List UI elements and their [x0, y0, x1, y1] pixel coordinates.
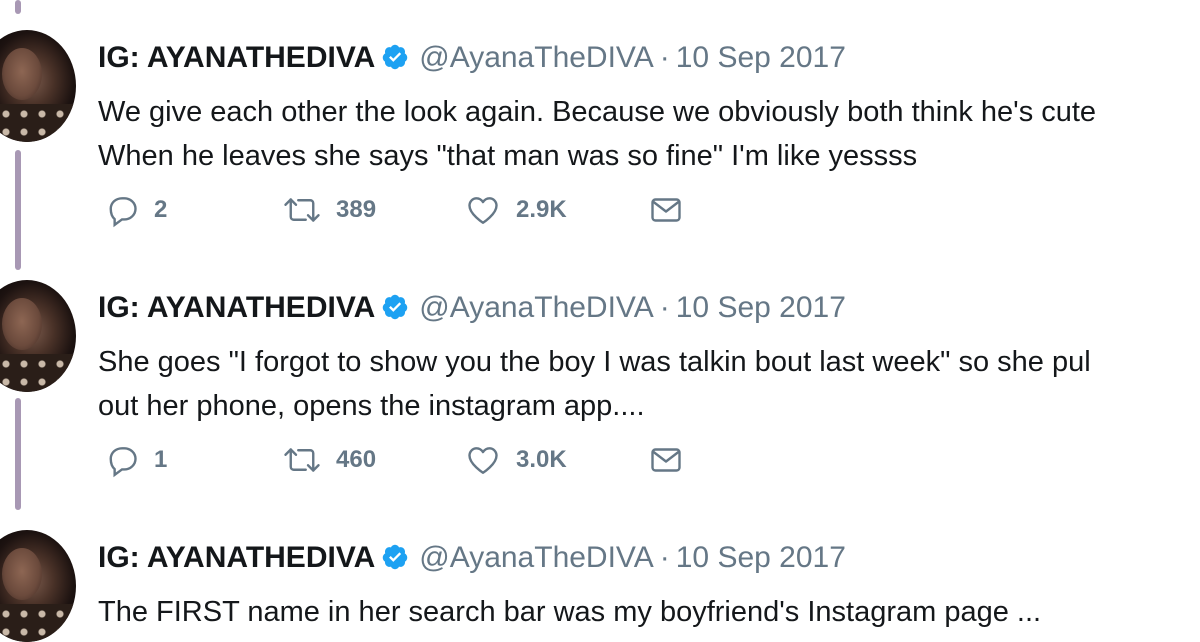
avatar-clothing	[0, 604, 76, 642]
like-button[interactable]: 2.9K	[464, 190, 567, 230]
verified-badge-icon	[381, 43, 409, 80]
retweet-count: 460	[336, 446, 377, 473]
avatar-face	[2, 548, 42, 600]
retweet-icon	[282, 442, 322, 478]
avatar-clothing	[0, 354, 76, 392]
direct-message-button[interactable]	[648, 190, 684, 230]
tweet-text: We give each other the look again. Becau…	[98, 90, 1200, 178]
display-name[interactable]: IG: AYANATHEDIVA	[98, 41, 375, 74]
timestamp[interactable]: 10 Sep 2017	[676, 291, 846, 324]
tweet-text: The FIRST name in her search bar was my …	[98, 590, 1200, 634]
retweet-button[interactable]: 389	[282, 190, 376, 230]
separator-dot: ·	[659, 541, 670, 574]
verified-badge-icon	[381, 543, 409, 580]
handle[interactable]: @AyanaTheDIVA	[419, 541, 653, 574]
handle[interactable]: @AyanaTheDIVA	[419, 291, 653, 324]
avatar[interactable]	[0, 30, 76, 142]
avatar-clothing	[0, 104, 76, 142]
retweet-button[interactable]: 460	[282, 440, 376, 480]
tweet-text-line: out her phone, opens the instagram app..…	[98, 390, 645, 422]
envelope-icon	[648, 442, 684, 478]
timestamp[interactable]: 10 Sep 2017	[676, 41, 846, 74]
thread-line-top	[15, 0, 21, 14]
reply-count: 2	[154, 196, 168, 223]
reply-icon	[104, 442, 140, 478]
like-count: 3.0K	[516, 446, 567, 473]
tweet-header: IG: AYANATHEDIVA @AyanaTheDIVA · 10 Sep 201…	[98, 290, 846, 330]
avatar[interactable]	[0, 280, 76, 392]
reply-icon	[104, 192, 140, 228]
tweet-text-line: The FIRST name in her search bar was my …	[98, 596, 1042, 628]
display-name[interactable]: IG: AYANATHEDIVA	[98, 291, 375, 324]
envelope-icon	[648, 192, 684, 228]
avatar[interactable]	[0, 530, 76, 642]
avatar-face	[2, 298, 42, 350]
action-bar: 1 460 3.0K	[104, 440, 804, 480]
heart-icon	[464, 192, 502, 228]
reply-button[interactable]: 1	[104, 440, 167, 480]
tweet[interactable]: IG: AYANATHEDIVA @AyanaTheDIVA · 10 Sep 201…	[0, 526, 1200, 642]
tweet-header: IG: AYANATHEDIVA @AyanaTheDIVA · 10 Sep 201…	[98, 40, 846, 80]
separator-dot: ·	[659, 41, 670, 74]
tweet[interactable]: IG: AYANATHEDIVA @AyanaTheDIVA · 10 Sep 201…	[0, 276, 1200, 496]
verified-badge-icon	[381, 293, 409, 330]
retweet-count: 389	[336, 196, 377, 223]
reply-button[interactable]: 2	[104, 190, 167, 230]
handle[interactable]: @AyanaTheDIVA	[419, 41, 653, 74]
display-name[interactable]: IG: AYANATHEDIVA	[98, 541, 375, 574]
tweet-text-line: We give each other the look again. Becau…	[98, 96, 1097, 128]
retweet-icon	[282, 192, 322, 228]
avatar-face	[2, 48, 42, 100]
tweet-header: IG: AYANATHEDIVA @AyanaTheDIVA · 10 Sep 201…	[98, 540, 846, 580]
reply-count: 1	[154, 446, 168, 473]
tweet-text: She goes "I forgot to show you the boy I…	[98, 340, 1200, 428]
like-count: 2.9K	[516, 196, 567, 223]
like-button[interactable]: 3.0K	[464, 440, 567, 480]
tweet[interactable]: IG: AYANATHEDIVA @AyanaTheDIVA · 10 Sep 201…	[0, 26, 1200, 246]
tweet-text-line: She goes "I forgot to show you the boy I…	[98, 346, 1091, 378]
direct-message-button[interactable]	[648, 440, 684, 480]
timestamp[interactable]: 10 Sep 2017	[676, 541, 846, 574]
tweet-text-line: When he leaves she says "that man was so…	[98, 140, 918, 172]
action-bar: 2 389 2.9K	[104, 190, 804, 230]
separator-dot: ·	[659, 291, 670, 324]
heart-icon	[464, 442, 502, 478]
